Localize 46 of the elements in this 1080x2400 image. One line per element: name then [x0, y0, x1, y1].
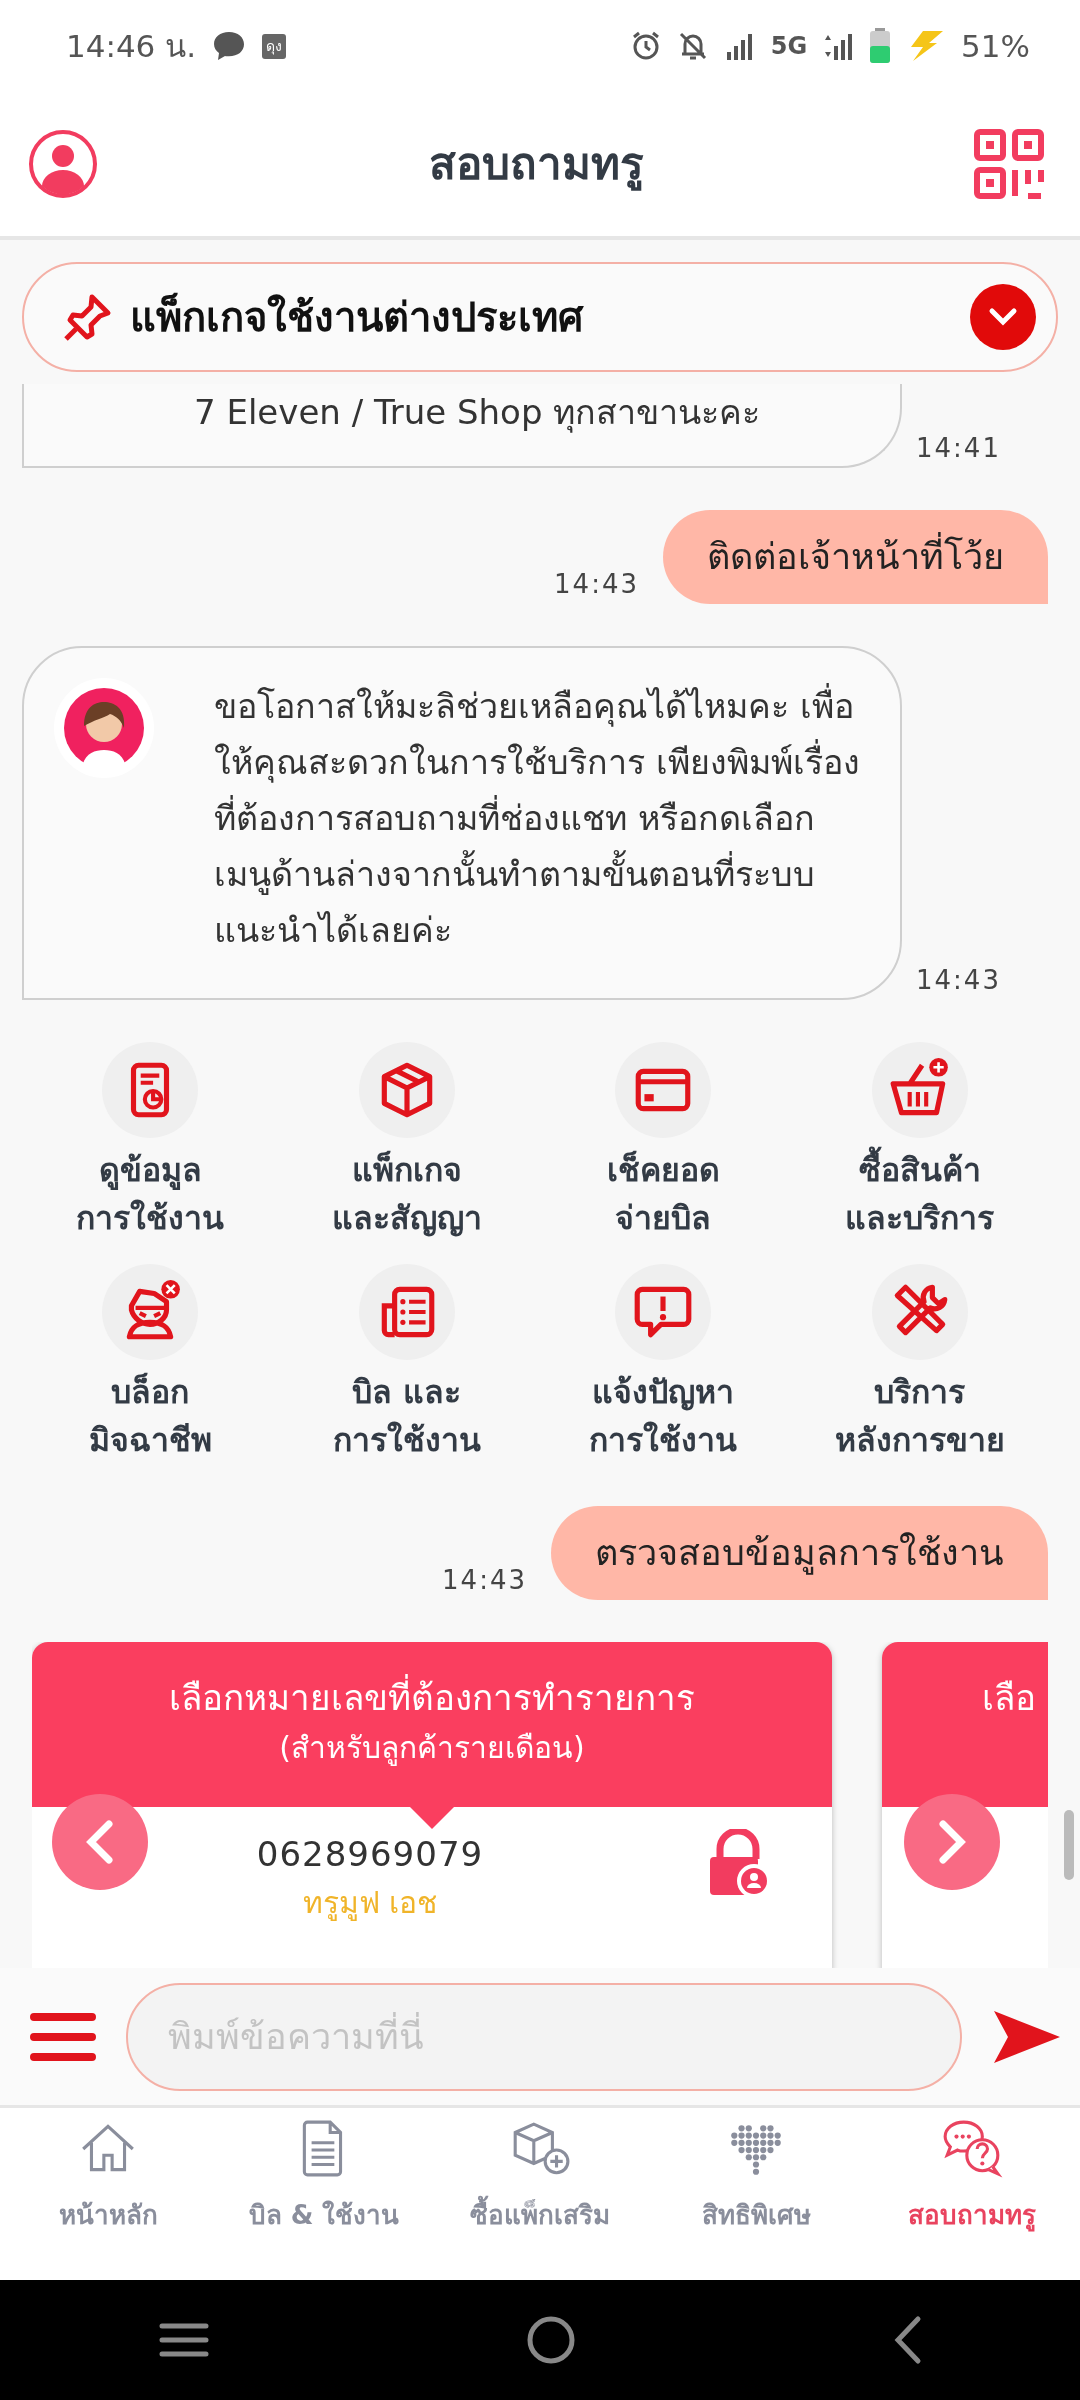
profile-icon[interactable]: [28, 129, 98, 199]
message-bubble: ติดต่อเจ้าหน้าที่โว้ย: [663, 510, 1048, 604]
page-title: สอบถามทรู: [428, 137, 644, 193]
message-text: ขอโอกาสให้มะลิช่วยเหลือคุณได้ไหมคะ เพื่อให้คุณสะดวกในการใช้บริการ เพียงพิมพ์เรื่องที่ต้องการสอบถามที่ช่องแชท หรือกดเลือกเมนูด้านล่างจากนั้นทำตามขั้นตอนที่ระบบแนะนำได้เลยค่ะ: [214, 678, 860, 958]
home-button-icon[interactable]: [526, 2315, 576, 2365]
pinned-banner[interactable]: แพ็กเกจใช้งานต่างประเทศ: [22, 262, 1058, 372]
menu-item[interactable]: ดูข้อมูล การใช้งาน: [22, 1042, 279, 1242]
signal-icon: [823, 32, 854, 60]
message-time: 14:43: [915, 964, 1001, 997]
pinned-title: แพ็กเกจใช้งานต่างประเทศ: [130, 291, 585, 342]
clock: 14:46 น.: [66, 26, 197, 66]
chevron-right-icon: [937, 1820, 967, 1864]
menu-icon[interactable]: [30, 2010, 96, 2063]
menu-item[interactable]: บล็อก มิจฉาชีพ: [22, 1264, 279, 1464]
menu-item[interactable]: แจ้งปัญหา การใช้งาน: [535, 1264, 792, 1464]
chat-question-icon: [941, 2118, 1003, 2180]
menu-item[interactable]: แพ็กเกจ และสัญญา: [278, 1042, 535, 1242]
card-title: เลือ: [982, 1677, 1037, 1720]
notification-badge: ดุง: [262, 33, 287, 59]
card-title: เลือกหมายเลขที่ต้องการทำรายการ: [32, 1672, 832, 1725]
qr-code-icon[interactable]: [974, 129, 1044, 199]
network-label: 5G: [770, 31, 808, 62]
chat-bubble-icon: [212, 30, 247, 62]
send-icon[interactable]: [992, 2008, 1062, 2065]
chevron-left-icon: [85, 1820, 115, 1864]
avatar-icon: [64, 688, 144, 768]
battery-icon: [869, 28, 892, 64]
card-subtitle: (สำหรับลูกค้ารายเดือน): [278, 1728, 586, 1768]
battery-level: 51%: [961, 26, 1030, 66]
signal-icon: [724, 32, 755, 60]
message-text: 7 Eleven / True Shop ทุกสาขานะคะ: [194, 391, 762, 435]
menu-item[interactable]: เช็คยอด จ่ายบิล: [535, 1042, 792, 1242]
network-name: ทรูมูฟ เอช: [302, 1884, 438, 1923]
menu-item[interactable]: บริการ หลังการขาย: [791, 1264, 1048, 1464]
scrollbar: [1064, 1810, 1074, 1880]
message-bubble: ตรวจสอบข้อมูลการใช้งาน: [551, 1506, 1048, 1600]
back-icon[interactable]: [892, 2315, 922, 2365]
phone-number: 0628969079: [256, 1833, 484, 1876]
menu-item[interactable]: บิล และ การใช้งาน: [278, 1264, 535, 1464]
chevron-down-icon: [988, 307, 1018, 327]
message-time: 14:41: [915, 432, 1001, 465]
nav-tab[interactable]: สอบถามทรู: [864, 2108, 1080, 2280]
alarm-icon: [630, 31, 661, 61]
menu-item[interactable]: ซื้อสินค้า และบริการ: [791, 1042, 1048, 1242]
message-time: 14:43: [441, 1564, 528, 1597]
message-time: 14:43: [553, 568, 640, 601]
